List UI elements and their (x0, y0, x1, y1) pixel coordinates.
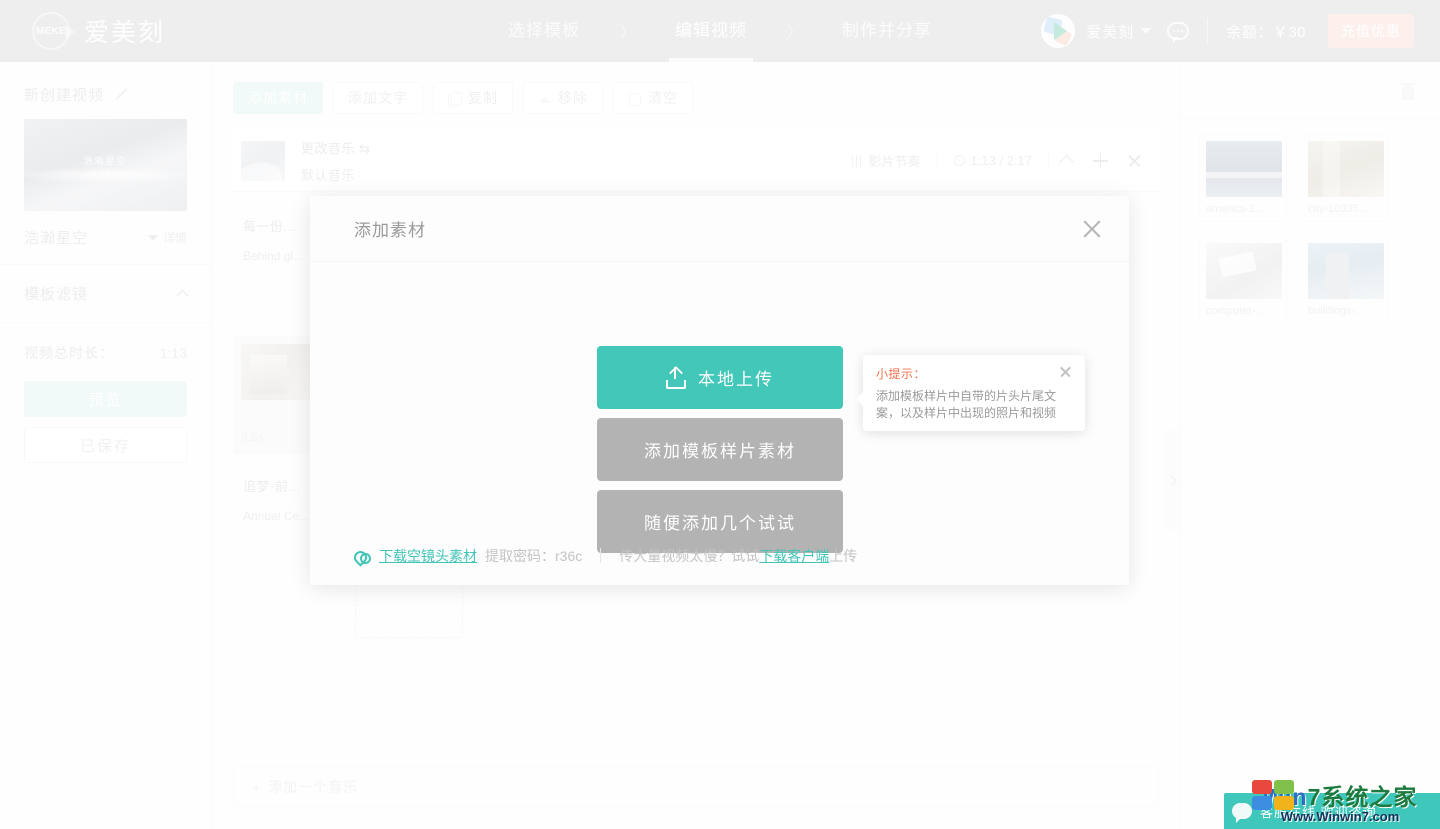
app-root: MEKE 爱美刻 选择模板 〉 编辑视频 〉 制作并分享 爱美刻 余额：￥30 … (0, 0, 1440, 829)
local-upload-button[interactable]: 本地上传 (597, 346, 843, 409)
modal-footer: 下载空镜头素材 提取密码：r36c 传大量视频太慢？试试 下载客户端 上传 (310, 526, 1129, 585)
close-icon[interactable] (1059, 365, 1072, 378)
close-icon[interactable] (1081, 218, 1103, 240)
template-sample-button[interactable]: 添加模板样片素材 (597, 418, 843, 481)
customer-service-label: 客服在线 欢迎咨询 (1260, 804, 1377, 820)
modal-header: 添加素材 (310, 196, 1129, 262)
tooltip-body: 添加模板样片中自带的片头片尾文案，以及样片中出现的照片和视频 (876, 389, 1057, 420)
slow-upload-text: 传大量视频太慢？试试 (619, 547, 760, 564)
tooltip-header: 小提示： (876, 365, 1072, 382)
extract-password: 提取密码：r36c (485, 547, 583, 564)
upload-icon (666, 366, 686, 389)
link-icon (354, 549, 371, 564)
download-stock-link[interactable]: 下载空镜头素材 (379, 546, 477, 566)
hint-tooltip: 小提示： 添加模板样片中自带的片头片尾文案，以及样片中出现的照片和视频 (856, 355, 1085, 431)
customer-service-widget[interactable]: 客服在线 欢迎咨询 (1224, 793, 1440, 829)
tooltip-title: 小提示： (876, 367, 927, 381)
upload-suffix-text: 上传 (829, 547, 858, 564)
divider (600, 548, 602, 563)
local-upload-label: 本地上传 (698, 370, 774, 389)
download-client-link[interactable]: 下载客户端 (759, 546, 829, 566)
modal-title: 添加素材 (354, 221, 426, 240)
chat-bubble-icon (1232, 803, 1252, 823)
